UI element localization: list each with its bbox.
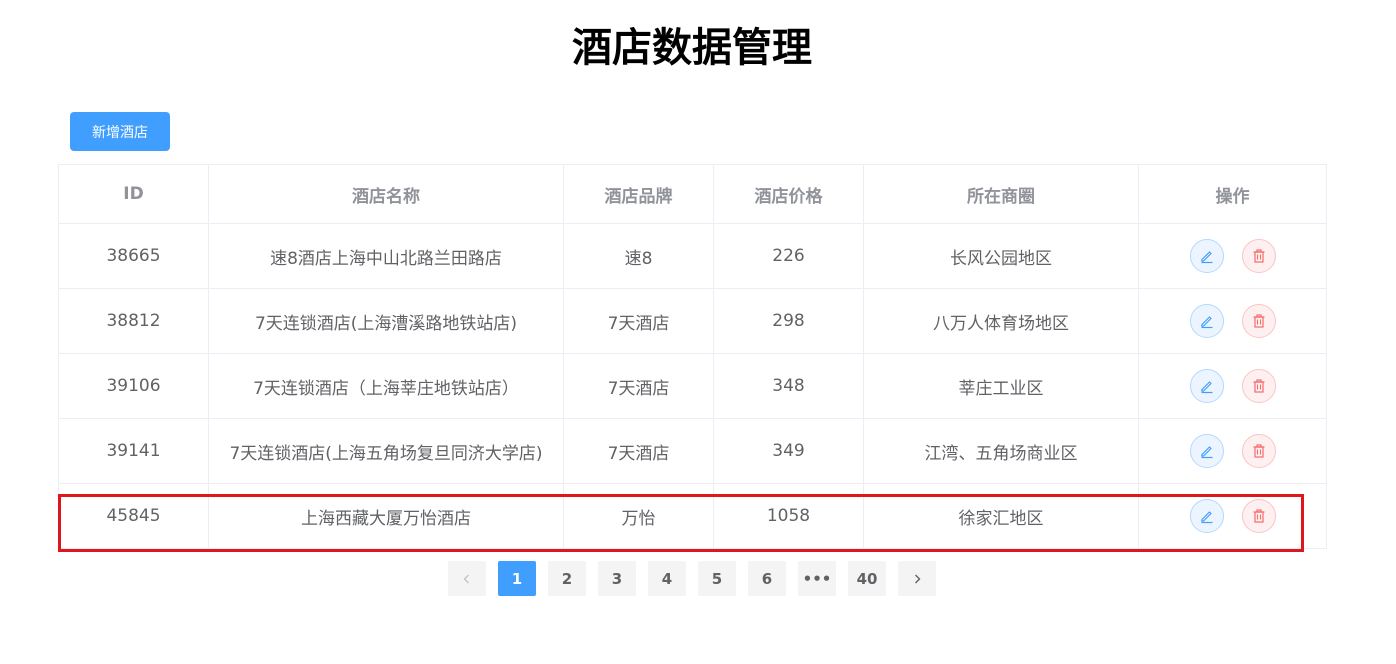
- cell-hotel-brand: 7天酒店: [563, 288, 714, 354]
- page-button-40[interactable]: 40: [848, 561, 886, 596]
- trash-icon: [1253, 249, 1264, 263]
- pencil-icon: [1200, 511, 1212, 524]
- cell-business-area: 江湾、五角场商业区: [863, 418, 1139, 484]
- header-hotel-name: 酒店名称: [208, 164, 564, 224]
- header-business-area: 所在商圈: [863, 164, 1139, 224]
- page-button-2[interactable]: 2: [548, 561, 586, 596]
- table-row: 45845 上海西藏大厦万怡酒店 万怡 1058 徐家汇地区: [58, 483, 1327, 549]
- edit-button[interactable]: [1189, 499, 1224, 533]
- delete-button[interactable]: [1241, 239, 1276, 273]
- cell-id: 39106: [58, 353, 209, 419]
- pencil-icon: [1200, 381, 1212, 394]
- cell-hotel-price: 1058: [713, 483, 864, 549]
- pencil-icon: [1200, 251, 1212, 264]
- header-hotel-brand: 酒店品牌: [563, 164, 714, 224]
- table-row: 39141 7天连锁酒店(上海五角场复旦同济大学店) 7天酒店 349 江湾、五…: [58, 418, 1327, 484]
- row-actions: [1140, 434, 1326, 468]
- cell-business-area: 长风公园地区: [863, 223, 1139, 289]
- cell-actions: [1138, 288, 1327, 354]
- header-id: ID: [58, 164, 209, 224]
- delete-button[interactable]: [1241, 369, 1276, 403]
- page-title: 酒店数据管理: [572, 25, 812, 71]
- cell-id: 38665: [58, 223, 209, 289]
- cell-actions: [1138, 483, 1327, 549]
- row-actions: [1140, 239, 1326, 273]
- page-button-1[interactable]: 1: [498, 561, 536, 596]
- page-button-3[interactable]: 3: [598, 561, 636, 596]
- delete-button[interactable]: [1241, 499, 1276, 533]
- cell-hotel-price: 298: [713, 288, 864, 354]
- table-row: 39106 7天连锁酒店（上海莘庄地铁站店） 7天酒店 348 莘庄工业区: [58, 353, 1327, 419]
- cell-hotel-price: 226: [713, 223, 864, 289]
- table-row: 38665 速8酒店上海中山北路兰田路店 速8 226 长风公园地区: [58, 223, 1327, 289]
- cell-hotel-brand: 7天酒店: [563, 418, 714, 484]
- cell-business-area: 八万人体育场地区: [863, 288, 1139, 354]
- cell-hotel-name: 7天连锁酒店(上海五角场复旦同济大学店): [208, 418, 564, 484]
- table-header-row: ID 酒店名称 酒店品牌 酒店价格 所在商圈 操作: [58, 164, 1327, 224]
- cell-id: 39141: [58, 418, 209, 484]
- hotel-table: ID 酒店名称 酒店品牌 酒店价格 所在商圈 操作 38665 速8酒店上海中山…: [58, 164, 1327, 549]
- table-row: 38812 7天连锁酒店(上海漕溪路地铁站店) 7天酒店 298 八万人体育场地…: [58, 288, 1327, 354]
- row-actions: [1140, 369, 1326, 403]
- edit-button[interactable]: [1189, 304, 1224, 338]
- cell-id: 45845: [58, 483, 209, 549]
- cell-id: 38812: [58, 288, 209, 354]
- delete-button[interactable]: [1241, 434, 1276, 468]
- page-button-6[interactable]: 6: [748, 561, 786, 596]
- next-page-button[interactable]: [898, 561, 936, 596]
- cell-business-area: 徐家汇地区: [863, 483, 1139, 549]
- edit-button[interactable]: [1189, 239, 1224, 273]
- pagination: 1 2 3 4 5 6 ••• 40: [448, 561, 936, 596]
- trash-icon: [1253, 314, 1264, 328]
- pencil-icon: [1200, 446, 1212, 459]
- add-hotel-button[interactable]: 新增酒店: [70, 112, 170, 151]
- cell-hotel-brand: 万怡: [563, 483, 714, 549]
- row-actions: [1140, 499, 1326, 533]
- chevron-right-icon: [915, 574, 921, 583]
- page-button-5[interactable]: 5: [698, 561, 736, 596]
- cell-actions: [1138, 223, 1327, 289]
- edit-button[interactable]: [1189, 369, 1224, 403]
- cell-business-area: 莘庄工业区: [863, 353, 1139, 419]
- cell-hotel-price: 348: [713, 353, 864, 419]
- page-ellipsis-button[interactable]: •••: [798, 561, 836, 596]
- cell-hotel-name: 7天连锁酒店（上海莘庄地铁站店）: [208, 353, 564, 419]
- trash-icon: [1253, 509, 1264, 523]
- row-actions: [1140, 304, 1326, 338]
- cell-hotel-name: 速8酒店上海中山北路兰田路店: [208, 223, 564, 289]
- cell-hotel-name: 上海西藏大厦万怡酒店: [208, 483, 564, 549]
- trash-icon: [1253, 379, 1264, 393]
- pencil-icon: [1200, 316, 1212, 329]
- chevron-left-icon: [463, 574, 469, 583]
- header-hotel-price: 酒店价格: [713, 164, 864, 224]
- cell-hotel-brand: 速8: [563, 223, 714, 289]
- prev-page-button[interactable]: [448, 561, 486, 596]
- cell-hotel-price: 349: [713, 418, 864, 484]
- cell-hotel-name: 7天连锁酒店(上海漕溪路地铁站店): [208, 288, 564, 354]
- hotel-table-container: ID 酒店名称 酒店品牌 酒店价格 所在商圈 操作 38665 速8酒店上海中山…: [58, 164, 1327, 549]
- header-actions: 操作: [1138, 164, 1327, 224]
- cell-actions: [1138, 353, 1327, 419]
- cell-actions: [1138, 418, 1327, 484]
- cell-hotel-brand: 7天酒店: [563, 353, 714, 419]
- page-button-4[interactable]: 4: [648, 561, 686, 596]
- page: 酒店数据管理 新增酒店 ID 酒店名称 酒店品牌 酒店价格 所在商圈 操作 38…: [0, 0, 1396, 664]
- delete-button[interactable]: [1241, 304, 1276, 338]
- edit-button[interactable]: [1189, 434, 1224, 468]
- trash-icon: [1253, 444, 1264, 458]
